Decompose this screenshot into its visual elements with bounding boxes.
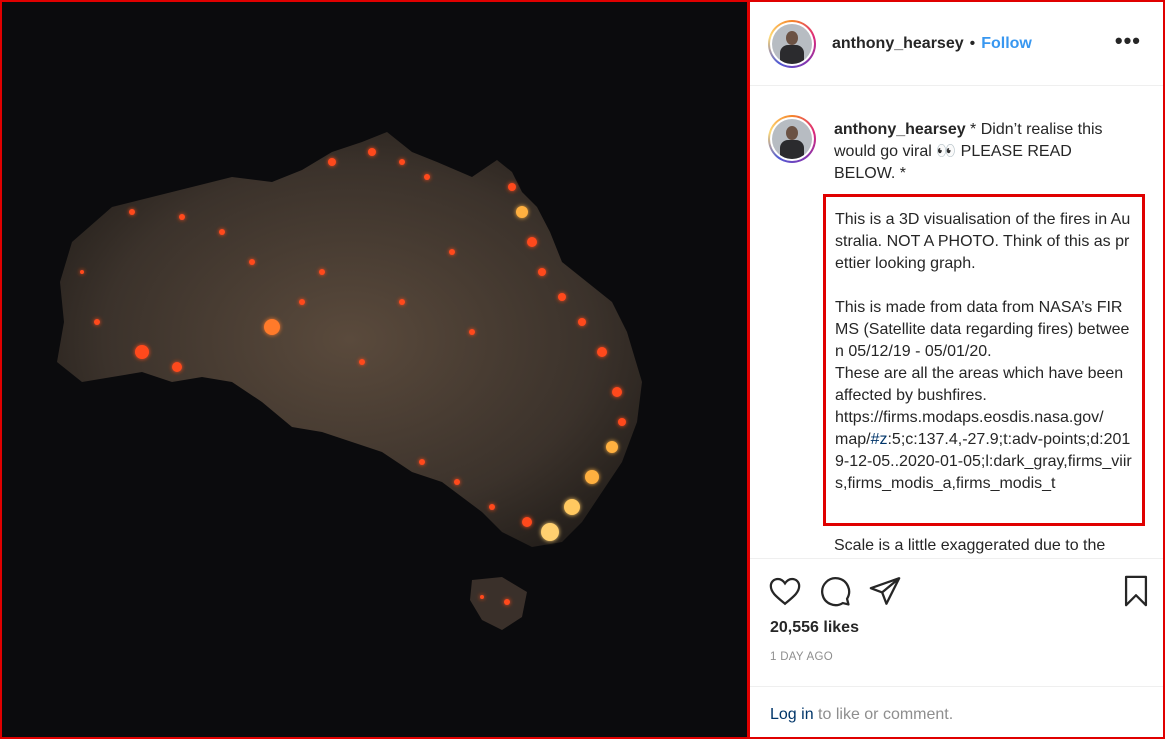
more-options-icon[interactable]: ••• — [1115, 28, 1141, 54]
follow-button[interactable]: Follow — [981, 35, 1032, 53]
separator-dot: • — [969, 34, 976, 52]
header-username[interactable]: anthony_hearsey — [832, 35, 964, 53]
share-icon[interactable] — [868, 574, 902, 608]
login-rest-text: to like or comment. — [813, 706, 954, 723]
action-bar — [750, 560, 1163, 620]
heart-icon[interactable] — [768, 574, 802, 608]
caption-text: anthony_hearsey * Didn’t realise this wo… — [834, 119, 1134, 185]
avatar[interactable] — [768, 19, 816, 68]
caption-paragraph-1: This is a 3D visualisation of the fires … — [835, 211, 1131, 272]
likes-count[interactable]: 20,556 likes — [770, 619, 859, 637]
caption-continuation: Scale is a little exaggerated due to the — [834, 537, 1106, 554]
hashtag-link[interactable]: #z — [871, 431, 888, 448]
caption-avatar[interactable] — [768, 115, 816, 163]
post-image-frame — [0, 0, 749, 739]
caption-paragraph-2-a: This is made from data from NASA’s FIRMS… — [835, 299, 1130, 448]
post-sidebar: anthony_hearsey • Follow ••• anthony_hea… — [748, 0, 1165, 739]
post-header: anthony_hearsey • Follow ••• — [750, 2, 1163, 86]
caption-paragraph-2: This is made from data from NASA’s FIRMS… — [835, 297, 1134, 495]
login-prompt: Log in to like or comment. — [750, 686, 1163, 736]
login-link[interactable]: Log in — [770, 706, 814, 723]
highlighted-caption-box: This is a 3D visualisation of the fires … — [823, 194, 1145, 526]
post-timestamp[interactable]: 1 DAY AGO — [770, 651, 833, 663]
comments-section[interactable]: anthony_hearsey * Didn’t realise this wo… — [750, 87, 1163, 559]
comment-icon[interactable] — [818, 574, 852, 608]
bookmark-icon[interactable] — [1119, 574, 1153, 608]
post-image[interactable] — [2, 2, 747, 737]
caption-username[interactable]: anthony_hearsey — [834, 121, 966, 138]
